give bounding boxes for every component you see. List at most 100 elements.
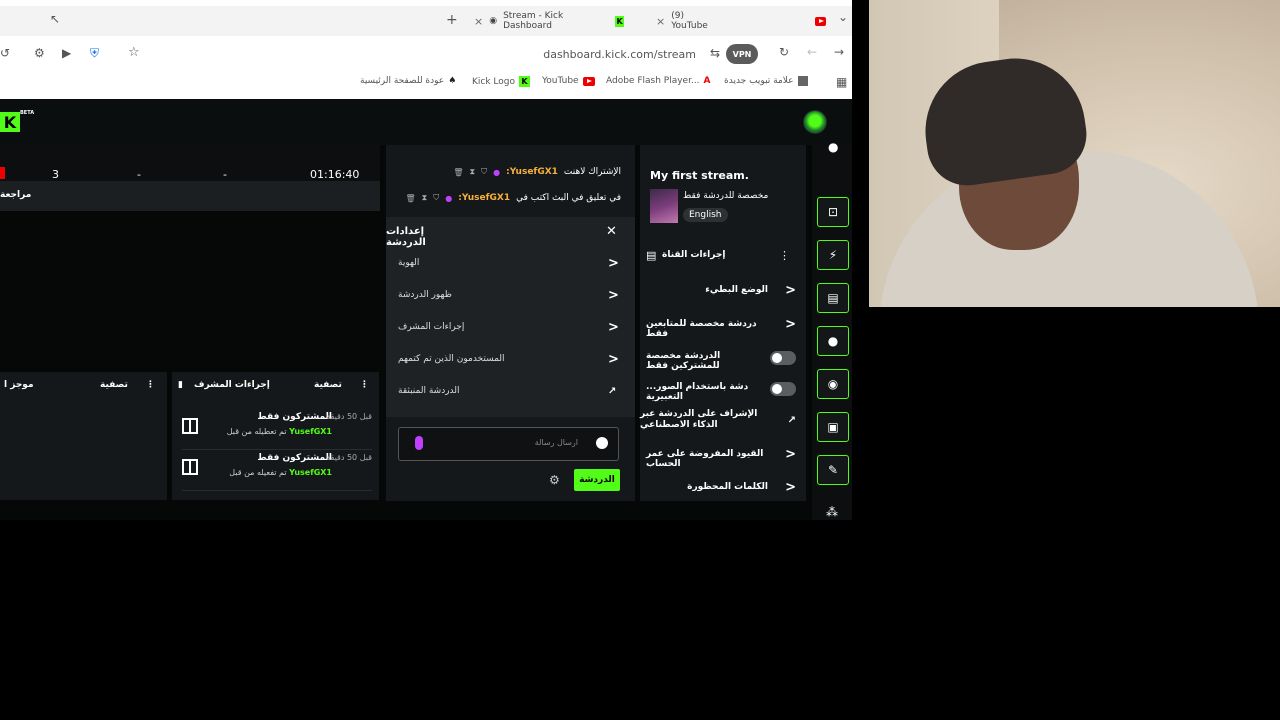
bookmark-kick-logo[interactable]: Kick Logo K (472, 76, 531, 87)
emote-only-toggle[interactable] (770, 382, 796, 396)
tune-icon[interactable]: ⇆ (710, 46, 720, 60)
beta-badge: BETA (20, 110, 35, 116)
chat-message-text: الإشتراك لاهنت (563, 167, 621, 177)
action-followers-only[interactable]: دردشة مخصصة للمتابعين فقط > (646, 311, 796, 341)
window-menu-icon[interactable]: ⌄ (838, 10, 848, 24)
mic-icon[interactable] (415, 436, 423, 450)
user-avatar[interactable] (803, 110, 827, 134)
chevron-right-icon: > (608, 288, 619, 303)
url-text[interactable]: dashboard.kick.com/stream (543, 48, 696, 61)
chevron-right-icon: > (785, 283, 796, 298)
gear-icon[interactable]: ⚙ (549, 473, 560, 487)
delete-icon[interactable]: 🗑 (453, 168, 463, 177)
chevron-right-icon: > (608, 256, 619, 271)
close-icon[interactable]: ✕ (606, 224, 617, 239)
chat-username[interactable]: YusefGX1: (458, 193, 510, 203)
delete-icon[interactable]: 🗑 (405, 194, 415, 203)
live-indicator (0, 167, 5, 179)
bookmark-home[interactable]: عودة للصفحة الرئيسية ♠ (360, 76, 456, 86)
tab-kick-dashboard[interactable]: × ◉ Stream - Kick Dashboard K (474, 6, 624, 36)
mic-icon: ● (493, 167, 501, 177)
action-slow-mode[interactable]: الوضع البطيء > (646, 277, 796, 307)
subscribers-only-toggle[interactable] (770, 351, 796, 365)
settings-item-identity[interactable]: الهوية > (386, 250, 635, 282)
settings-item-popout-chat[interactable]: الدردشة المنبثقة ↗ (386, 378, 635, 410)
settings-item-mod-actions[interactable]: إجراءات المشرف > (386, 314, 635, 346)
action-account-age[interactable]: القيود المفروضة على عمر الحساب > (646, 441, 796, 471)
kick-logo[interactable]: K (0, 112, 20, 132)
youtube-favicon-icon (582, 76, 595, 86)
tab-youtube[interactable]: × (9) YouTube (656, 6, 826, 36)
info-icon[interactable]: ● (828, 140, 838, 154)
stream-thumbnail[interactable] (650, 189, 678, 223)
more-icon[interactable]: ⋮ (146, 380, 155, 390)
mod-action-user[interactable]: YusefGX1 (289, 427, 332, 436)
action-banned-words[interactable]: الكلمات المحظورة > (646, 474, 796, 504)
refresh-partial-icon[interactable]: ↺ (0, 46, 10, 60)
star-icon[interactable]: ☆ (128, 45, 140, 60)
back-icon[interactable]: → (834, 45, 844, 59)
tab-label: Stream - Kick Dashboard (503, 11, 564, 31)
mod-action-user[interactable]: YusefGX1 (289, 468, 332, 477)
mod-action-time: قبل 50 دقيقة (326, 412, 372, 421)
tab-label: (9) YouTube (671, 11, 708, 31)
chat-message: الإشتراك لاهنت YusefGX1: ● ⛉ ⧗ 🗑 (453, 167, 621, 177)
mod-action-sub-prefix: تم تعطيله من قبل (226, 427, 287, 436)
emoji-icon[interactable] (596, 437, 608, 449)
bookmark-label: Kick Logo (472, 76, 516, 87)
stat-value: - (137, 168, 141, 181)
chat-input[interactable]: ارسال رسالة (398, 427, 619, 461)
apps-grid-icon[interactable]: ▦ (836, 75, 847, 89)
wrench-icon[interactable]: ✎ (817, 455, 849, 485)
settings-item-appearance[interactable]: ظهور الدردشة > (386, 282, 635, 314)
mod-action-sub: تم تعطيله من قبل YusefGX1 (227, 427, 332, 436)
bookmark-new-tab[interactable]: علامة تبويب جديدة (724, 76, 808, 86)
broadcast-icon[interactable]: ◉ (817, 369, 849, 399)
language-tag: English (683, 208, 728, 222)
fullscreen-icon[interactable]: ⊡ (817, 197, 849, 227)
chat-username[interactable]: YusefGX1: (506, 167, 558, 177)
shield-icon[interactable]: ⛉ (481, 167, 487, 177)
timeout-icon[interactable]: ⧗ (469, 167, 475, 177)
desktop-background (0, 520, 1280, 720)
reload-icon[interactable]: ↻ (779, 45, 789, 59)
shield-icon[interactable]: ⛉ (433, 193, 439, 203)
bookmark-adobe[interactable]: Adobe Flash Player... A (606, 76, 711, 86)
chat-send-button[interactable]: الدردشة (574, 469, 620, 491)
review-bar (0, 181, 380, 211)
shield-icon[interactable]: ⛨ (90, 46, 99, 61)
lightning-icon[interactable]: ⚡ (817, 240, 849, 270)
mod-action-sub-prefix: تم تفعيله من قبل (229, 468, 287, 477)
settings-item-muted-users[interactable]: المستخدمون الذين تم كتمهم > (386, 346, 635, 378)
nodes-icon[interactable]: ⁂ (826, 505, 838, 519)
chat-message-text: في تعليق في البث اكتب في (516, 193, 621, 203)
chat-bubble-icon[interactable]: ● (817, 326, 849, 356)
bookmark-youtube[interactable]: YouTube (542, 76, 595, 86)
new-tab-button[interactable]: + (446, 12, 458, 28)
extensions-icon[interactable]: ⚙ (34, 46, 45, 60)
timeout-icon[interactable]: ⧗ (422, 193, 428, 203)
bookmark-label: علامة تبويب جديدة (724, 76, 794, 86)
tab-close-icon[interactable]: × (656, 15, 665, 28)
forward-icon[interactable]: ← (807, 45, 817, 59)
dashboard-main: 3 - - 01:16:40 مراجعة موجز ا تصفية ⋮ ▮ إ… (0, 145, 852, 520)
kick-favicon-icon: K (519, 76, 531, 87)
mod-action-title: المشتركون فقط (257, 412, 332, 422)
video-settings-icon[interactable]: ▣ (817, 412, 849, 442)
document-icon[interactable]: ▤ (817, 283, 849, 313)
more-icon[interactable]: ⋮ (360, 380, 369, 390)
vpn-badge[interactable]: VPN (726, 44, 758, 64)
stream-title[interactable]: My first stream. (650, 169, 749, 182)
video-icon[interactable]: ▶ (62, 46, 71, 60)
action-ai-moderation[interactable]: الإشراف على الدردشة عبر الذكاء الاصطناعي… (640, 407, 796, 437)
mod-action-sub: تم تفعيله من قبل YusefGX1 (229, 468, 332, 477)
filter-button[interactable]: تصفية (314, 380, 342, 390)
address-field[interactable]: ☆ dashboard.kick.com/stream ⇆ VPN (116, 42, 766, 66)
setting-label: ظهور الدردشة (398, 290, 452, 300)
tab-close-icon[interactable]: × (474, 15, 483, 28)
filter-button[interactable]: تصفية (100, 380, 128, 390)
mod-actions-panel: ▮ إجراءات المشرف تصفية ⋮ المشتركون فقط ق… (172, 372, 379, 500)
chevron-right-icon: > (785, 317, 796, 332)
more-icon[interactable]: ⋮ (779, 249, 790, 262)
action-label: ...دشة باستخدام الصور التعبيرية (646, 382, 749, 402)
